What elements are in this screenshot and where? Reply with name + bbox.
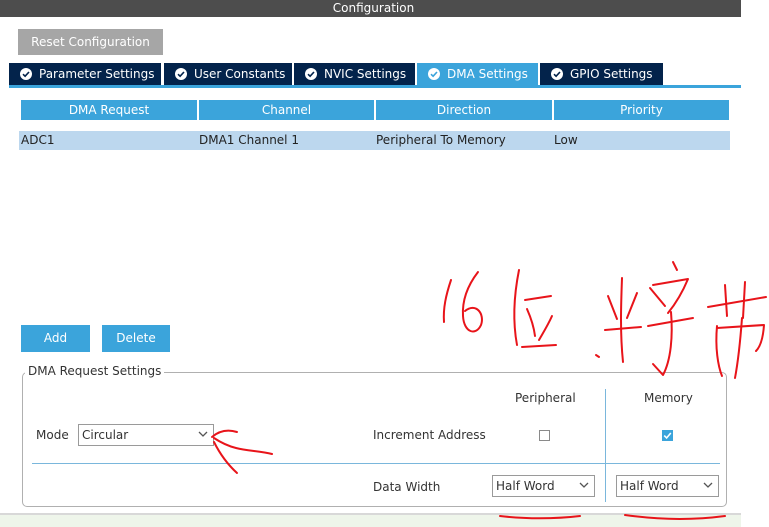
chevron-down-icon bbox=[198, 431, 208, 437]
table-cell-direction[interactable]: Peripheral To Memory bbox=[374, 131, 552, 150]
column-header-channel[interactable]: Channel bbox=[199, 100, 374, 120]
chevron-down-icon bbox=[703, 482, 713, 488]
window-title: Configuration bbox=[332, 1, 415, 15]
column-divider bbox=[605, 389, 606, 502]
add-button[interactable]: Add bbox=[21, 325, 90, 352]
mode-label: Mode bbox=[36, 428, 69, 442]
checkmark-icon bbox=[663, 432, 672, 440]
reset-configuration-button[interactable]: Reset Configuration bbox=[18, 29, 163, 55]
tab-label: NVIC Settings bbox=[324, 67, 407, 81]
tab-underline bbox=[9, 85, 741, 88]
peripheral-data-width-select[interactable]: Half Word bbox=[492, 475, 595, 497]
check-circle-icon bbox=[175, 68, 187, 80]
table-cell-channel[interactable]: DMA1 Channel 1 bbox=[197, 131, 374, 150]
tab-label: Parameter Settings bbox=[39, 67, 155, 81]
tab-gpio-settings[interactable]: GPIO Settings bbox=[540, 63, 663, 85]
table-cell-dma-request[interactable]: ADC1 bbox=[19, 131, 197, 150]
memory-data-width-value: Half Word bbox=[620, 479, 679, 493]
mode-select[interactable]: Circular bbox=[78, 424, 214, 446]
memory-data-width-select[interactable]: Half Word bbox=[616, 475, 719, 497]
data-width-label: Data Width bbox=[373, 480, 441, 494]
chevron-down-icon bbox=[579, 482, 589, 488]
tab-dma-settings[interactable]: DMA Settings bbox=[417, 63, 538, 85]
peripheral-column-header: Peripheral bbox=[515, 391, 576, 405]
peripheral-data-width-value: Half Word bbox=[496, 479, 555, 493]
delete-button[interactable]: Delete bbox=[102, 325, 170, 352]
increment-address-label: Increment Address bbox=[373, 428, 486, 442]
tab-label: GPIO Settings bbox=[570, 67, 653, 81]
check-circle-icon bbox=[20, 68, 32, 80]
check-circle-icon bbox=[305, 68, 317, 80]
tab-nvic-settings[interactable]: NVIC Settings bbox=[294, 63, 415, 85]
row-divider bbox=[32, 463, 720, 464]
mode-select-value: Circular bbox=[82, 428, 129, 442]
column-header-priority[interactable]: Priority bbox=[554, 100, 729, 120]
bottom-panel-edge bbox=[0, 515, 741, 527]
check-circle-icon bbox=[551, 68, 563, 80]
tab-parameter-settings[interactable]: Parameter Settings bbox=[9, 63, 161, 85]
check-circle-icon bbox=[428, 68, 440, 80]
column-header-direction[interactable]: Direction bbox=[376, 100, 552, 120]
tab-label: User Constants bbox=[194, 67, 286, 81]
peripheral-increment-checkbox[interactable] bbox=[539, 430, 550, 441]
tab-user-constants[interactable]: User Constants bbox=[164, 63, 292, 85]
column-header-dma-request[interactable]: DMA Request bbox=[21, 100, 197, 120]
dma-request-settings-legend: DMA Request Settings bbox=[25, 364, 165, 378]
window-title-bar: Configuration bbox=[0, 0, 741, 17]
memory-increment-checkbox[interactable] bbox=[662, 430, 673, 441]
table-cell-priority[interactable]: Low bbox=[552, 131, 730, 150]
tab-label: DMA Settings bbox=[447, 67, 528, 81]
memory-column-header: Memory bbox=[644, 391, 693, 405]
right-margin bbox=[741, 0, 769, 527]
